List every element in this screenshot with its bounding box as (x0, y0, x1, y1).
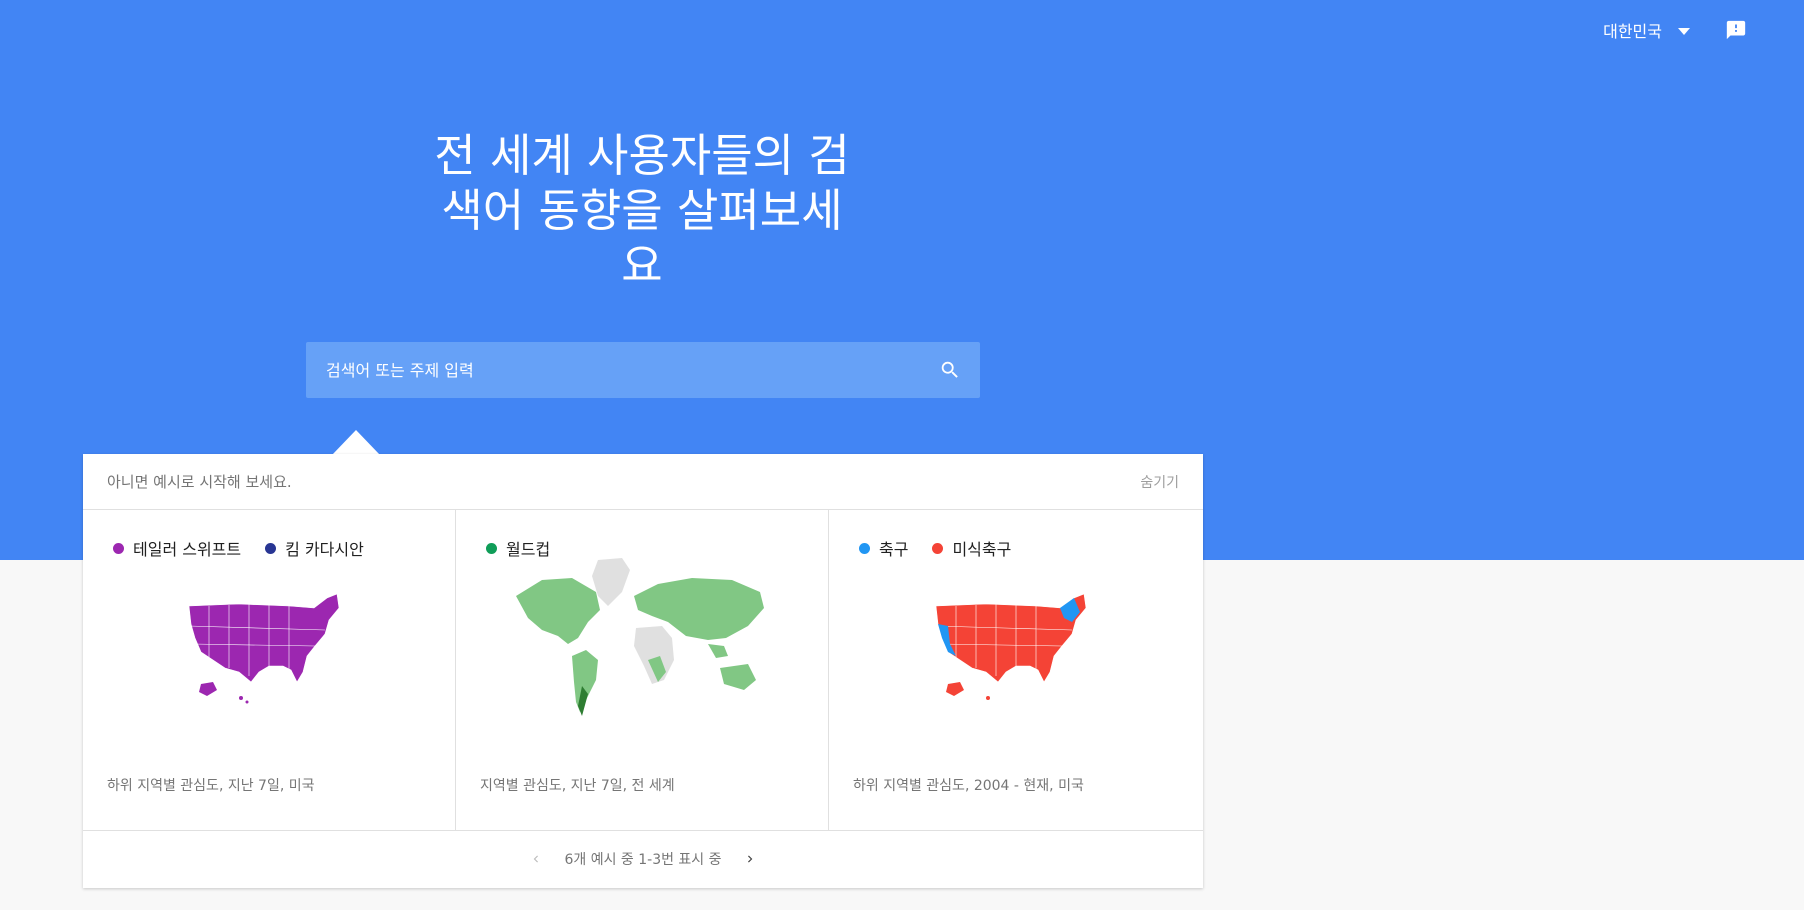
world-map-green (516, 558, 764, 716)
hide-examples-button[interactable]: 숨기기 (1140, 472, 1179, 492)
legend-dot (113, 542, 124, 554)
example-caption: 지역별 관심도, 지난 7일, 전 세계 (480, 778, 675, 794)
example-card-3[interactable]: 축구 미식축구 하위 지역별 관심도, 2004 - 현재, 미국 (829, 510, 1203, 830)
legend-entry: 킴 카다시안 (265, 536, 364, 560)
legend-entry: 축구 (859, 536, 908, 560)
us-map-red-blue (935, 593, 1087, 700)
example-caption: 하위 지역별 관심도, 2004 - 현재, 미국 (853, 778, 1084, 794)
legend-label: 축구 (879, 540, 909, 559)
example-legend: 축구 미식축구 (859, 536, 1011, 560)
example-caption: 하위 지역별 관심도, 지난 7일, 미국 (107, 778, 315, 794)
page-headline: 전 세계 사용자들의 검색어 동향을 살펴보세요 (434, 129, 850, 292)
chevron-left-icon[interactable] (526, 849, 546, 869)
us-map-purple (188, 593, 340, 704)
feedback-icon[interactable] (1724, 18, 1748, 42)
example-card-1[interactable]: 테일러 스위프트 킴 카다시안 하위 지역별 관심도, 지난 7일, 미국 (83, 510, 456, 830)
examples-intro: 아니면 예시로 시작해 보세요. (107, 473, 292, 491)
search-box[interactable] (306, 342, 980, 398)
example-legend: 테일러 스위프트 킴 카다시안 (113, 536, 364, 560)
legend-dot (932, 542, 944, 554)
region-selector[interactable]: 대한민국 (1603, 18, 1690, 42)
legend-label: 킴 카다시안 (285, 540, 364, 559)
caret-down-icon (1678, 28, 1690, 35)
chevron-right-icon[interactable] (740, 849, 760, 869)
pagination-label: 6개 예시 중 1-3번 표시 중 (564, 852, 722, 868)
examples-header: 아니면 예시로 시작해 보세요. 숨기기 (83, 454, 1203, 510)
legend-dot (859, 542, 870, 554)
panel-pointer (332, 430, 380, 455)
region-label: 대한민국 (1603, 22, 1662, 41)
examples-pagination: 6개 예시 중 1-3번 표시 중 (83, 831, 1203, 887)
example-card-2[interactable]: 월드컵 지역별 관심도, 지난 7일, 전 세계 (456, 510, 829, 830)
top-bar: 대한민국 (1603, 18, 1748, 42)
examples-list: 테일러 스위프트 킴 카다시안 하위 지역별 관심도, 지난 7일, 미국 월드… (83, 510, 1203, 831)
examples-panel: 아니면 예시로 시작해 보세요. 숨기기 테일러 스위프트 킴 카다시안 하위 … (83, 454, 1203, 888)
legend-entry: 테일러 스위프트 (113, 536, 241, 560)
legend-entry: 미식축구 (932, 536, 1011, 560)
search-icon[interactable] (938, 358, 962, 382)
legend-label: 테일러 스위프트 (133, 540, 242, 559)
search-input[interactable] (324, 359, 938, 381)
legend-dot (486, 542, 497, 554)
legend-dot (265, 542, 277, 554)
legend-label: 미식축구 (952, 540, 1012, 559)
